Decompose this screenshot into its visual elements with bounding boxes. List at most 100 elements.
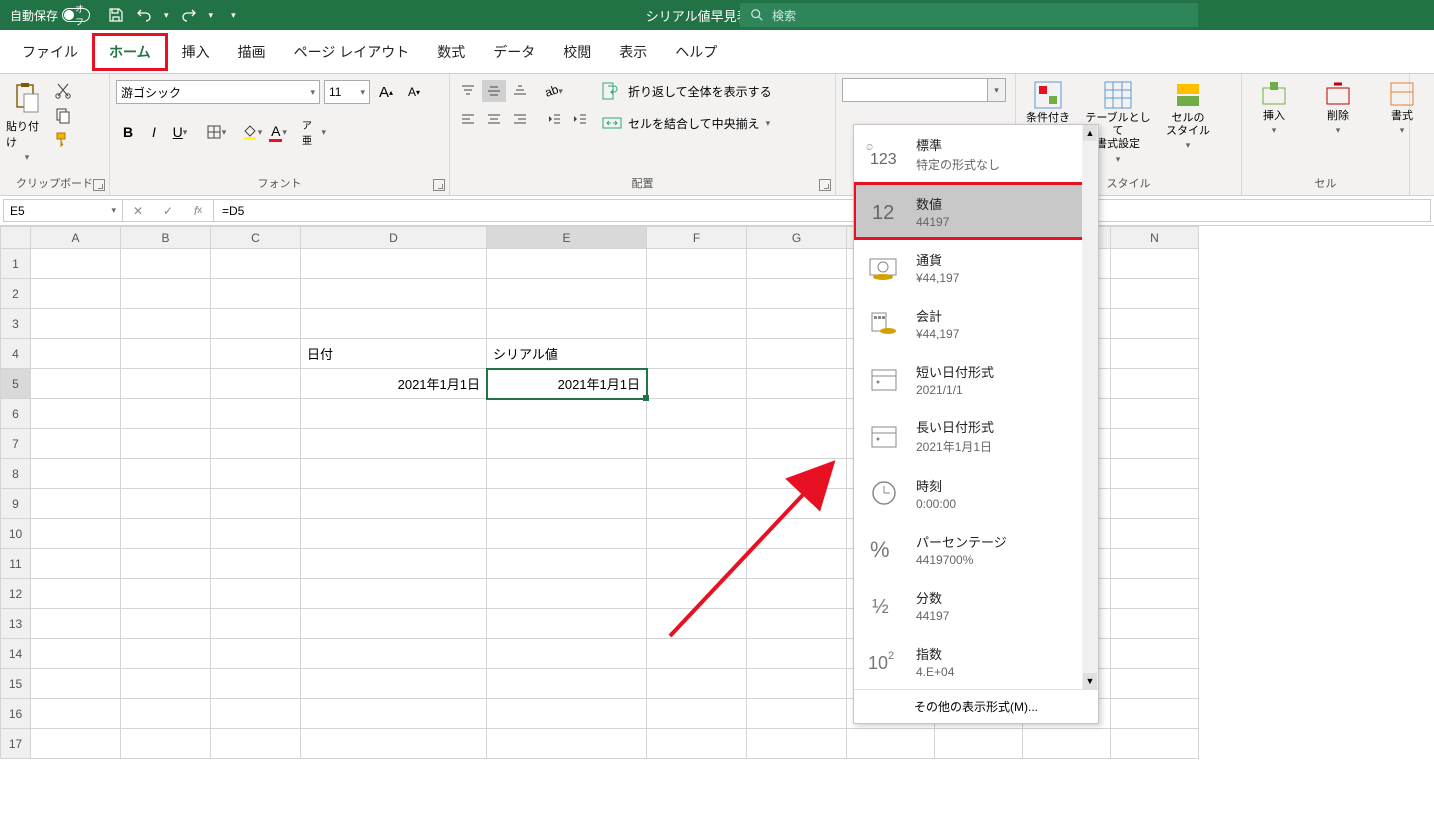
search-box[interactable]: 検索 — [740, 3, 1198, 27]
cell-D5[interactable]: 2021年1月1日 — [301, 369, 487, 399]
cell-D16[interactable] — [301, 699, 487, 729]
delete-cells-button[interactable]: 削除▾ — [1312, 80, 1364, 136]
cell-N8[interactable] — [1111, 459, 1199, 489]
cell-E4[interactable]: シリアル値 — [487, 339, 647, 369]
cell-C14[interactable] — [211, 639, 301, 669]
cell-B15[interactable] — [121, 669, 211, 699]
col-header-E[interactable]: E — [487, 227, 647, 249]
row-header-2[interactable]: 2 — [1, 279, 31, 309]
cell-A6[interactable] — [31, 399, 121, 429]
decrease-indent-icon[interactable] — [542, 108, 566, 130]
cell-G16[interactable] — [747, 699, 847, 729]
redo-dropdown-icon[interactable]: ▾ — [209, 10, 214, 21]
align-right-icon[interactable] — [508, 108, 532, 130]
cell-E1[interactable] — [487, 249, 647, 279]
format-painter-icon[interactable] — [54, 130, 72, 148]
cell-D6[interactable] — [301, 399, 487, 429]
cell-F13[interactable] — [647, 609, 747, 639]
cell-D4[interactable]: 日付 — [301, 339, 487, 369]
cell-D14[interactable] — [301, 639, 487, 669]
cell-E3[interactable] — [487, 309, 647, 339]
cell-G12[interactable] — [747, 579, 847, 609]
copy-icon[interactable] — [54, 106, 72, 124]
align-top-icon[interactable] — [456, 80, 480, 102]
cell-E10[interactable] — [487, 519, 647, 549]
cell-N7[interactable] — [1111, 429, 1199, 459]
cell-G9[interactable] — [747, 489, 847, 519]
cell-B17[interactable] — [121, 729, 211, 759]
cell-K17[interactable] — [847, 729, 935, 759]
cell-B1[interactable] — [121, 249, 211, 279]
row-header-10[interactable]: 10 — [1, 519, 31, 549]
cell-E15[interactable] — [487, 669, 647, 699]
cell-N13[interactable] — [1111, 609, 1199, 639]
row-header-5[interactable]: 5 — [1, 369, 31, 399]
cell-F8[interactable] — [647, 459, 747, 489]
increase-font-icon[interactable]: A▴ — [374, 80, 398, 104]
cell-G1[interactable] — [747, 249, 847, 279]
save-icon[interactable] — [108, 7, 124, 23]
cell-A12[interactable] — [31, 579, 121, 609]
qat-customize-icon[interactable]: ▾ — [231, 10, 236, 21]
cell-N10[interactable] — [1111, 519, 1199, 549]
cell-C17[interactable] — [211, 729, 301, 759]
col-header-G[interactable]: G — [747, 227, 847, 249]
paste-button[interactable]: 貼り付け ▾ — [6, 78, 48, 163]
underline-button[interactable]: U▾ — [168, 120, 192, 144]
format-option-時刻[interactable]: 時刻0:00:00 — [854, 465, 1098, 521]
cell-F4[interactable] — [647, 339, 747, 369]
decrease-font-icon[interactable]: A▾ — [402, 80, 426, 104]
cell-D8[interactable] — [301, 459, 487, 489]
row-header-7[interactable]: 7 — [1, 429, 31, 459]
cell-E14[interactable] — [487, 639, 647, 669]
row-header-17[interactable]: 17 — [1, 729, 31, 759]
cell-A3[interactable] — [31, 309, 121, 339]
cell-D11[interactable] — [301, 549, 487, 579]
row-header-3[interactable]: 3 — [1, 309, 31, 339]
cell-A17[interactable] — [31, 729, 121, 759]
redo-icon[interactable] — [181, 7, 197, 23]
autosave-toggle[interactable]: 自動保存 オフ — [0, 7, 100, 24]
cell-G14[interactable] — [747, 639, 847, 669]
cell-C3[interactable] — [211, 309, 301, 339]
cell-styles-button[interactable]: セルの スタイル▾ — [1162, 80, 1214, 164]
cell-D17[interactable] — [301, 729, 487, 759]
cell-N17[interactable] — [1111, 729, 1199, 759]
format-cells-button[interactable]: 書式▾ — [1376, 80, 1428, 136]
cell-G7[interactable] — [747, 429, 847, 459]
format-option-標準[interactable]: ⏲123標準特定の形式なし — [854, 125, 1098, 183]
col-header-A[interactable]: A — [31, 227, 121, 249]
cell-D12[interactable] — [301, 579, 487, 609]
italic-button[interactable]: I — [142, 120, 166, 144]
cell-A8[interactable] — [31, 459, 121, 489]
cell-B7[interactable] — [121, 429, 211, 459]
cell-E8[interactable] — [487, 459, 647, 489]
cell-G13[interactable] — [747, 609, 847, 639]
cell-N15[interactable] — [1111, 669, 1199, 699]
tab-ヘルプ[interactable]: ヘルプ — [661, 36, 731, 68]
cell-N5[interactable] — [1111, 369, 1199, 399]
cell-B16[interactable] — [121, 699, 211, 729]
cell-C8[interactable] — [211, 459, 301, 489]
cell-A14[interactable] — [31, 639, 121, 669]
cell-G3[interactable] — [747, 309, 847, 339]
cell-A10[interactable] — [31, 519, 121, 549]
cell-B2[interactable] — [121, 279, 211, 309]
font-color-button[interactable]: A▾ — [266, 120, 290, 144]
cell-G10[interactable] — [747, 519, 847, 549]
format-option-指数[interactable]: 102指数4.E+04 — [854, 633, 1098, 689]
cell-F10[interactable] — [647, 519, 747, 549]
cell-N16[interactable] — [1111, 699, 1199, 729]
cell-D2[interactable] — [301, 279, 487, 309]
formula-input[interactable]: =D5 — [214, 199, 1431, 222]
format-option-通貨[interactable]: 通貨¥44,197 — [854, 239, 1098, 295]
cell-N6[interactable] — [1111, 399, 1199, 429]
cell-B9[interactable] — [121, 489, 211, 519]
tab-表示[interactable]: 表示 — [605, 36, 661, 68]
cell-F14[interactable] — [647, 639, 747, 669]
cell-G2[interactable] — [747, 279, 847, 309]
tab-ファイル[interactable]: ファイル — [8, 36, 92, 68]
cell-E13[interactable] — [487, 609, 647, 639]
cell-F1[interactable] — [647, 249, 747, 279]
tab-データ[interactable]: データ — [479, 36, 549, 68]
